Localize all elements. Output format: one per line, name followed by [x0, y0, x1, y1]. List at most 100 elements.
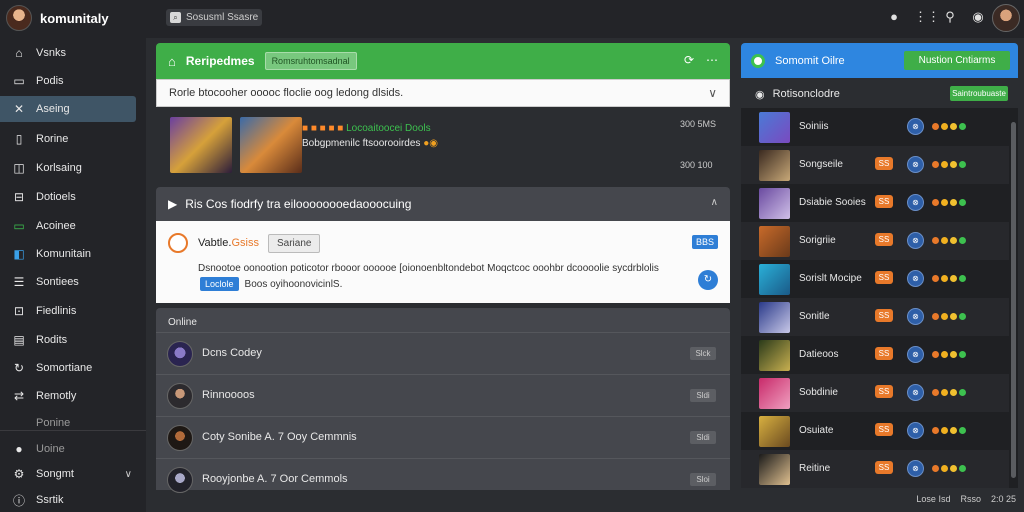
grid-icon[interactable]: ⋮⋮ — [914, 9, 940, 25]
top-bar: komunitaly ⌕ Sosusml Ssasre ● ⋮⋮ ⚲ ◉ — [0, 0, 1024, 38]
right-list-item[interactable]: Soiniis ⊗ — [741, 108, 1009, 146]
sidebar-item-5[interactable]: ⊟ Dotioels — [0, 184, 136, 210]
brand-avatar — [6, 5, 32, 31]
author-tag[interactable]: Sariane — [268, 234, 321, 253]
share-icon[interactable]: ⚲ — [942, 9, 958, 25]
sidebar-item-12[interactable]: ⇄ Remotly — [0, 383, 136, 409]
status-dots-icon — [932, 389, 966, 396]
refresh-circle-icon[interactable]: ↻ — [698, 270, 718, 290]
refresh-icon: ↻ — [13, 361, 25, 375]
status-dots-icon — [932, 123, 966, 130]
sidebar-item-1[interactable]: ▭ Podis — [0, 68, 136, 94]
chevron-down-icon[interactable]: ∨ — [708, 86, 717, 100]
right-list-item[interactable]: Dsiabie Sooies SS ⊗ — [741, 184, 1009, 222]
right-list-item[interactable]: Songseile SS ⊗ — [741, 146, 1009, 184]
right-list-item[interactable]: Sorigriie SS ⊗ — [741, 222, 1009, 260]
sidebar-item-3[interactable]: ▯ Rorine — [0, 126, 136, 152]
sidebar-item-7[interactable]: ◧ Komunitain — [0, 241, 136, 267]
item-thumbnail — [759, 226, 790, 257]
sidebar-item-9[interactable]: ⊡ Fiedlinis — [0, 298, 136, 324]
item-badge: SS — [875, 347, 893, 360]
right-list-item[interactable]: Sobdinie SS ⊗ — [741, 374, 1009, 412]
profile-icon[interactable]: ⊗ — [907, 270, 924, 287]
post-thumbnail-2[interactable] — [240, 117, 302, 173]
feed-meta-2: 300 100 — [680, 160, 713, 170]
sidebar-item-10[interactable]: ▤ Rodits — [0, 327, 136, 353]
user-avatar[interactable] — [992, 4, 1020, 32]
shuffle-icon: ⇄ — [13, 389, 25, 403]
item-badge: SS — [875, 157, 893, 170]
post-thumbnail-1[interactable] — [170, 117, 232, 173]
item-badge: SS — [875, 461, 893, 474]
right-list-item[interactable]: Sonitle SS ⊗ — [741, 298, 1009, 336]
item-name: Sobdinie — [799, 387, 838, 398]
user-action-button[interactable]: Sldi — [690, 431, 716, 444]
post-badge[interactable]: BBS — [692, 235, 718, 249]
post-action-button[interactable]: Loclole — [200, 277, 239, 291]
status-dots-icon — [932, 199, 966, 206]
sidebar-item-2[interactable]: ✕ Aseing — [0, 96, 136, 122]
user-avatar — [167, 425, 193, 451]
profile-icon[interactable]: ⊗ — [907, 232, 924, 249]
online-user-row[interactable]: Dcns Codey Slck — [156, 332, 730, 374]
search-box[interactable]: ⌕ Sosusml Ssasre — [166, 9, 262, 26]
help-icon[interactable]: ◉ — [970, 9, 986, 25]
pin-icon: ▶ — [168, 197, 178, 211]
author-logo — [168, 233, 188, 253]
feed-title: Reripedmes — [185, 54, 255, 68]
profile-icon[interactable]: ⊗ — [907, 156, 924, 173]
item-name: Soiniis — [799, 121, 829, 132]
brand[interactable]: komunitaly — [6, 5, 109, 31]
user-action-button[interactable]: Sldi — [690, 389, 716, 402]
profile-icon[interactable]: ⊗ — [907, 308, 924, 325]
status-dots-icon — [932, 275, 966, 282]
sidebar-item-4[interactable]: ◫ Korlsaing — [0, 155, 136, 181]
sidebar-bottom-0[interactable]: ● Uoine — [0, 436, 136, 462]
feed-search-bar[interactable]: Rorle btocooher ooooc floclie oog ledong… — [156, 79, 730, 107]
profile-icon[interactable]: ⊗ — [907, 194, 924, 211]
online-user-row[interactable]: Rooyjonbe A. 7 Oor Cemmols Sloi — [156, 458, 730, 500]
sidebar-item-0[interactable]: ⌂ Vsnks — [0, 40, 136, 66]
feed-tag[interactable]: Romsruhtomsadnal — [264, 52, 357, 70]
item-name: Sonitle — [799, 311, 830, 322]
user-action-button[interactable]: Sloi — [690, 473, 716, 486]
online-status-icon — [751, 53, 765, 68]
post-header: ▶ Ris Cos fiodrfy tra eiloooooooedaooocu… — [156, 187, 730, 221]
feed-post-title[interactable]: ■ ■ ■ ■ ■ Locoaitoocei Dools — [302, 123, 431, 134]
profile-icon[interactable]: ⊗ — [907, 460, 924, 477]
profile-icon[interactable]: ⊗ — [907, 346, 924, 363]
profile-icon[interactable]: ⊗ — [907, 384, 924, 401]
item-thumbnail — [759, 264, 790, 295]
sidebar-bottom-2[interactable]: ⓘ Ssrtik — [0, 487, 136, 512]
item-thumbnail — [759, 340, 790, 371]
right-list-item[interactable]: Osuiate SS ⊗ — [741, 412, 1009, 450]
status-dots-icon — [932, 427, 966, 434]
right-list-item[interactable]: Reitine SS ⊗ — [741, 450, 1009, 488]
right-list-item[interactable]: Sorislt Mocipe SS ⊗ — [741, 260, 1009, 298]
status-dots-icon — [932, 465, 966, 472]
right-header: Somomit Oilre Nustion Cntiarms — [741, 43, 1018, 78]
sidebar-bottom-1[interactable]: ⚙ Songmt ∨ — [0, 461, 136, 487]
profile-icon[interactable]: ⊗ — [907, 118, 924, 135]
online-user-row[interactable]: Coty Sonibe A. 7 Ooy Cemmnis Sldi — [156, 416, 730, 458]
item-name: Sorislt Mocipe — [799, 273, 862, 284]
sidebar-item-13[interactable]: Ponine — [0, 410, 136, 436]
more-icon[interactable]: ⋯ — [706, 53, 718, 67]
online-user-row[interactable]: Rinnoooos Sldi — [156, 374, 730, 416]
profile-icon[interactable]: ⊗ — [907, 422, 924, 439]
refresh-icon[interactable]: ⟳ — [684, 53, 694, 67]
scrollbar[interactable] — [1011, 122, 1016, 478]
sidebar-item-11[interactable]: ↻ Somortiane — [0, 355, 136, 381]
right-header-button[interactable]: Nustion Cntiarms — [904, 51, 1010, 70]
user-action-button[interactable]: Slck — [690, 347, 716, 360]
shop-icon: ◫ — [13, 161, 25, 175]
right-sub-button[interactable]: Saintroubuaste — [950, 86, 1008, 101]
footer: Lose Isd Rsso 2:0 25 — [916, 494, 1016, 504]
user-icon[interactable]: ● — [886, 9, 902, 25]
top-icons: ● ⋮⋮ ⚲ ◉ — [886, 9, 986, 25]
chevron-up-icon[interactable]: ∧ — [711, 197, 718, 208]
sidebar-item-6[interactable]: ▭ Acoinee — [0, 213, 136, 239]
post-author[interactable]: Vabtle.Gsiss — [198, 237, 259, 249]
sidebar-item-8[interactable]: ☰ Sontiees — [0, 269, 136, 295]
right-list-item[interactable]: Datieoos SS ⊗ — [741, 336, 1009, 374]
